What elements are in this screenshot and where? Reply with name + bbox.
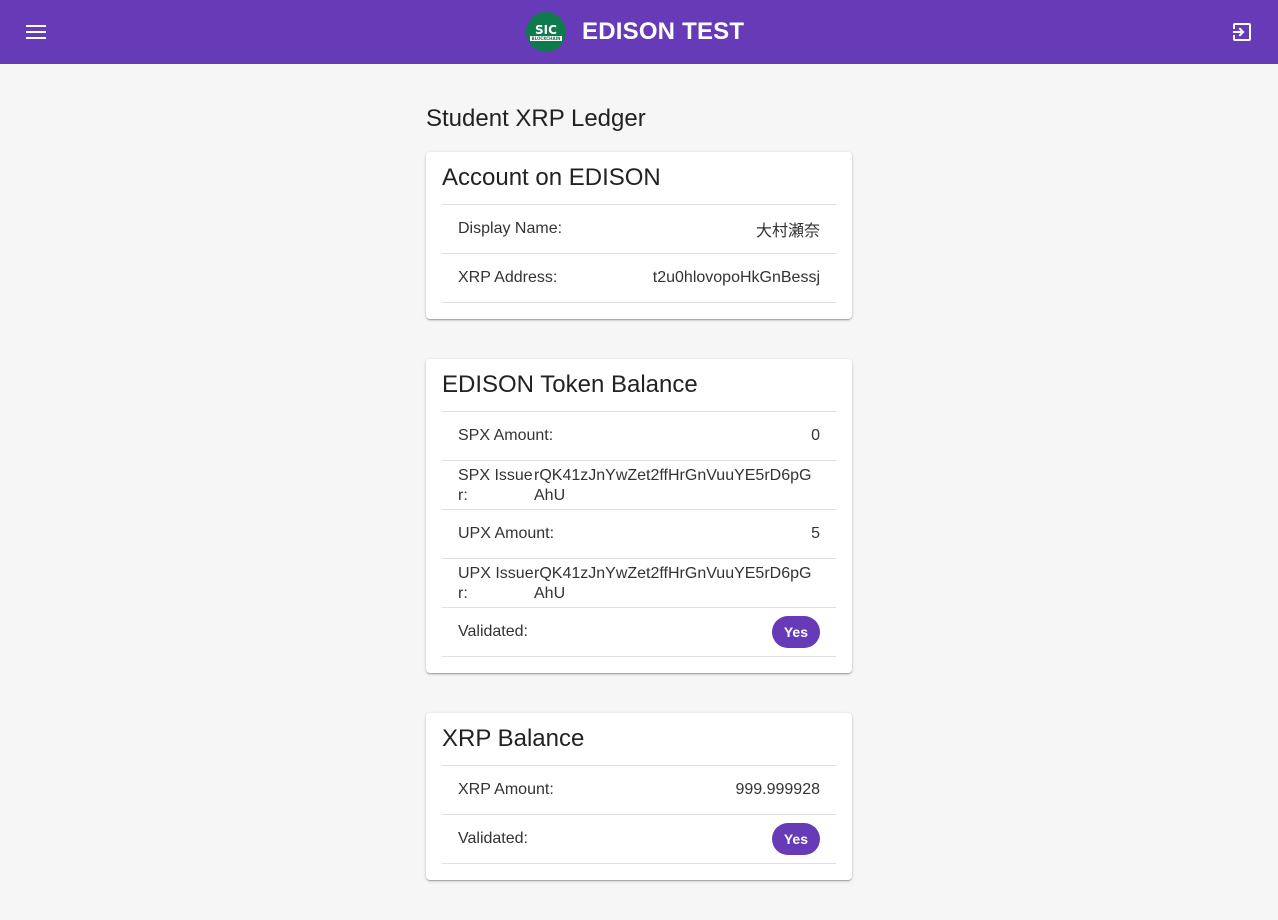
xrp-amount-value: 999.999928 bbox=[735, 781, 820, 798]
page-title: Student XRP Ledger bbox=[426, 105, 646, 132]
display-name-label: Display Name: bbox=[458, 220, 563, 237]
logout-icon bbox=[1233, 23, 1251, 41]
logout-button[interactable] bbox=[1224, 14, 1260, 50]
xrp-balance-card: XRP Balance XRP Amount: 999.999928 Valid… bbox=[426, 713, 852, 880]
upx-issuer-label: UPX Issuer: bbox=[458, 565, 534, 602]
spx-issuer-row: SPX Issuer: rQK41zJnYwZet2ffHrGnVuuYE5rD… bbox=[442, 461, 836, 510]
spx-amount-label: SPX Amount: bbox=[458, 427, 554, 444]
upx-issuer-value: rQK41zJnYwZet2ffHrGnVuuYE5rD6pGAhU bbox=[534, 565, 812, 602]
spx-issuer-value: rQK41zJnYwZet2ffHrGnVuuYE5rD6pGAhU bbox=[534, 467, 812, 504]
token-balance-card: EDISON Token Balance SPX Amount: 0 SPX I… bbox=[426, 359, 852, 673]
card-title: EDISON Token Balance bbox=[442, 359, 836, 412]
upx-issuer-row: UPX Issuer: rQK41zJnYwZet2ffHrGnVuuYE5rD… bbox=[442, 559, 836, 608]
app-title: EDISON TEST bbox=[582, 18, 745, 45]
upx-amount-row: UPX Amount: 5 bbox=[442, 510, 836, 559]
upx-amount-value: 5 bbox=[811, 525, 820, 542]
upx-amount-label: UPX Amount: bbox=[458, 525, 555, 542]
menu-button[interactable] bbox=[18, 14, 54, 50]
xrp-address-value: t2u0hlovopoHkGnBessj bbox=[652, 269, 820, 286]
token-validated-row: Validated: Yes bbox=[442, 608, 836, 657]
spx-amount-value: 0 bbox=[811, 427, 820, 444]
spx-issuer-label: SPX Issuer: bbox=[458, 467, 533, 504]
validated-chip[interactable]: Yes bbox=[771, 616, 820, 648]
sic-blockchain-logo: SIC BLOCKCHAIN bbox=[526, 12, 566, 52]
validated-label: Validated: bbox=[458, 623, 528, 640]
xrp-address-label: XRP Address: bbox=[458, 269, 558, 286]
xrp-address-row: XRP Address: t2u0hlovopoHkGnBessj bbox=[442, 254, 836, 303]
xrp-validated-row: Validated: Yes bbox=[442, 815, 836, 864]
xrp-amount-row: XRP Amount: 999.999928 bbox=[442, 766, 836, 815]
display-name-value: 大村瀬奈 bbox=[755, 223, 820, 240]
display-name-row: Display Name: 大村瀬奈 bbox=[442, 205, 836, 254]
validated-chip[interactable]: Yes bbox=[771, 823, 820, 855]
validated-label: Validated: bbox=[458, 830, 528, 847]
menu-icon bbox=[26, 25, 46, 39]
xrp-amount-label: XRP Amount: bbox=[458, 781, 554, 798]
app-toolbar: SIC BLOCKCHAIN EDISON TEST bbox=[0, 0, 1278, 64]
card-title: XRP Balance bbox=[442, 713, 836, 766]
card-title: Account on EDISON bbox=[442, 152, 836, 205]
account-card: Account on EDISON Display Name: 大村瀬奈 XRP… bbox=[426, 152, 852, 319]
spx-amount-row: SPX Amount: 0 bbox=[442, 412, 836, 461]
brand: SIC BLOCKCHAIN EDISON TEST bbox=[526, 12, 744, 52]
